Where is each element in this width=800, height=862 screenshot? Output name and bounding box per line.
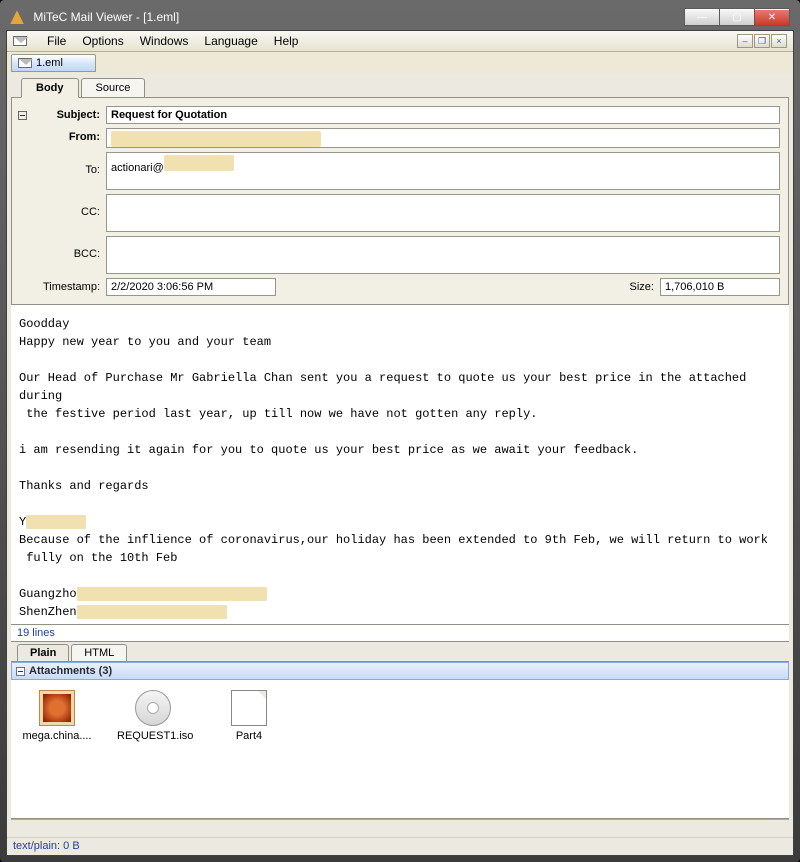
label-subject: Subject: xyxy=(20,106,100,121)
attachments-header-label: Attachments (3) xyxy=(29,665,112,677)
lines-status: 19 lines xyxy=(11,625,789,642)
label-from: From: xyxy=(20,128,100,143)
app-icon xyxy=(10,10,24,24)
mail-icon xyxy=(13,36,27,46)
headers-panel: Subject: From: To: actionari@ CC: BCC: xyxy=(11,97,789,305)
to-field[interactable]: actionari@ xyxy=(106,152,780,190)
redacted-to xyxy=(164,155,234,171)
label-bcc: BCC: xyxy=(20,236,100,260)
window-title: MiTeC Mail Viewer - [1.eml] xyxy=(33,10,179,24)
titlebar[interactable]: MiTeC Mail Viewer - [1.eml] — ▢ ✕ xyxy=(6,6,794,30)
subject-field[interactable] xyxy=(106,106,780,124)
minimize-button[interactable]: — xyxy=(684,8,720,26)
document-tab[interactable]: 1.eml xyxy=(11,54,96,72)
file-icon xyxy=(231,690,267,726)
tab-body[interactable]: Body xyxy=(21,78,79,98)
main-window: MiTeC Mail Viewer - [1.eml] — ▢ ✕ File O… xyxy=(0,0,800,862)
collapse-icon[interactable] xyxy=(16,667,25,676)
label-cc: CC: xyxy=(20,194,100,218)
mdi-minimize-button[interactable]: – xyxy=(737,34,753,48)
attachments-area: mega.china.... REQUEST1.iso Part4 xyxy=(11,680,789,819)
bcc-field[interactable] xyxy=(106,236,780,274)
tab-html[interactable]: HTML xyxy=(71,644,127,661)
attachment-name: mega.china.... xyxy=(21,730,93,742)
status-strip xyxy=(11,819,789,837)
cc-field[interactable] xyxy=(106,194,780,232)
mail-icon xyxy=(18,58,32,68)
menubar: File Options Windows Language Help – ❐ × xyxy=(7,31,793,52)
label-to: To: xyxy=(20,152,100,176)
to-value: actionari@ xyxy=(111,162,164,174)
menu-file[interactable]: File xyxy=(47,34,66,48)
document-tabbar: 1.eml xyxy=(7,52,793,74)
attachment-name: REQUEST1.iso xyxy=(117,730,189,742)
label-size: Size: xyxy=(614,278,654,293)
from-field[interactable] xyxy=(106,128,780,148)
attachment-item[interactable]: Part4 xyxy=(213,690,285,742)
mdi-close-button[interactable]: × xyxy=(771,34,787,48)
status-bar: text/plain: 0 B xyxy=(7,837,793,855)
tab-plain[interactable]: Plain xyxy=(17,644,69,661)
menu-windows[interactable]: Windows xyxy=(140,34,189,48)
image-icon xyxy=(39,690,75,726)
menu-language[interactable]: Language xyxy=(204,34,257,48)
attachments-header[interactable]: Attachments (3) xyxy=(11,662,789,680)
attachment-item[interactable]: mega.china.... xyxy=(21,690,93,742)
collapse-icon[interactable] xyxy=(18,111,27,120)
close-button[interactable]: ✕ xyxy=(754,8,790,26)
attachment-name: Part4 xyxy=(213,730,285,742)
tab-source[interactable]: Source xyxy=(81,78,146,98)
redacted-from xyxy=(111,131,321,147)
menu-help[interactable]: Help xyxy=(274,34,299,48)
menu-options[interactable]: Options xyxy=(82,34,123,48)
document-tab-label: 1.eml xyxy=(36,57,63,69)
mdi-restore-button[interactable]: ❐ xyxy=(754,34,770,48)
maximize-button[interactable]: ▢ xyxy=(719,8,755,26)
disc-icon xyxy=(135,690,171,726)
timestamp-field[interactable] xyxy=(106,278,276,296)
label-timestamp: Timestamp: xyxy=(20,278,100,293)
attachment-item[interactable]: REQUEST1.iso xyxy=(117,690,189,742)
size-field[interactable] xyxy=(660,278,780,296)
message-body[interactable]: Goodday Happy new year to you and your t… xyxy=(11,305,789,625)
